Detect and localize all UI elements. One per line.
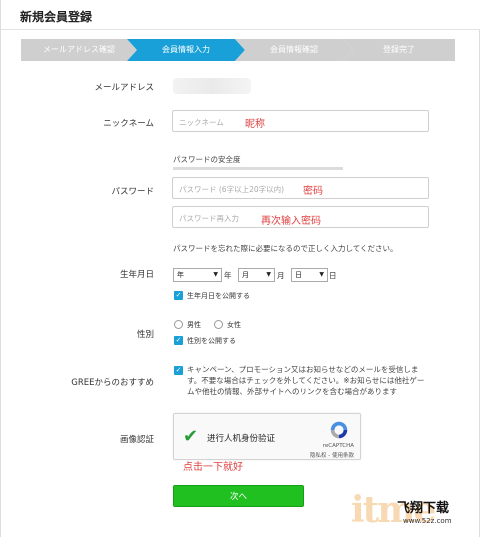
recaptcha-links[interactable]: 隐私权 - 使用条款	[310, 451, 354, 459]
title-bar: 新規会員登録	[1, 0, 480, 30]
recaptcha-logo-icon	[330, 421, 348, 439]
birth-year-unit: 年	[224, 271, 232, 280]
recommend-text: キャンペーン、プロモーション又はお知らせなどのメールを受信します。不要な場合はチ…	[187, 365, 425, 396]
birthday-publish-label: 生年月日を公開する	[187, 292, 250, 300]
chevron-down-icon: ▼	[319, 271, 324, 278]
password-placeholder: パスワード (6字以上20字以内)	[179, 185, 285, 194]
password-annotation: 密码	[303, 186, 323, 197]
password-strength-label: パスワードの安全度	[173, 155, 241, 164]
nickname-input[interactable]: ニックネーム 昵称	[172, 110, 429, 132]
checkmark-icon: ✔	[183, 426, 199, 447]
gender-publish-label: 性別を公開する	[187, 337, 236, 345]
captcha-label: 画像認証	[119, 435, 154, 445]
page-title: 新規会員登録	[20, 10, 93, 24]
progress-steps: メールアドレス確認 会員情報入力 会員情報確認 登録完了	[21, 39, 455, 61]
next-button[interactable]: 次へ	[173, 485, 304, 507]
birth-month-select[interactable]: 月 ▼	[238, 268, 275, 282]
nickname-placeholder: ニックネーム	[179, 118, 224, 127]
birth-day-value: 日	[295, 271, 302, 279]
captcha-annotation: 点击一下就好	[183, 462, 243, 473]
password-confirm-placeholder: パスワード再入力	[179, 214, 239, 223]
gender-male-radio[interactable]	[174, 320, 183, 329]
chevron-down-icon: ▼	[213, 271, 218, 278]
page-frame: 新規会員登録 メールアドレス確認 会員情報入力 会員情報確認 登録完了 メールア…	[0, 0, 480, 537]
gender-female-radio[interactable]	[214, 320, 223, 329]
email-label: メールアドレス	[94, 83, 154, 93]
recommend-label: GREEからのおすすめ	[71, 378, 154, 388]
gender-publish-checkbox[interactable]: ✓	[174, 336, 183, 345]
password-strength-bar	[173, 167, 343, 170]
birth-year-select[interactable]: 年 ▼	[173, 268, 222, 282]
gender-male-label: 男性	[187, 321, 201, 329]
chevron-down-icon: ▼	[266, 271, 271, 278]
birthday-label: 生年月日	[119, 270, 154, 280]
birth-month-unit: 月	[277, 271, 285, 280]
watermark-cn: 飞翔下载	[397, 501, 450, 516]
birth-year-value: 年	[177, 271, 184, 279]
nickname-annotation: 昵称	[245, 119, 265, 130]
watermark-url: www.52z.com	[403, 517, 452, 525]
password-confirm-annotation: 再次输入密码	[261, 216, 321, 227]
password-label: パスワード	[111, 187, 154, 197]
password-input[interactable]: パスワード (6字以上20字以内) 密码	[172, 177, 429, 199]
recommend-checkbox[interactable]: ✓	[174, 366, 183, 375]
step-complete: 登録完了	[343, 39, 455, 61]
recaptcha-brand: reCAPTCHA	[322, 443, 354, 449]
birthday-publish-checkbox[interactable]: ✓	[174, 291, 183, 300]
password-confirm-input[interactable]: パスワード再入力 再次输入密码	[172, 206, 429, 228]
gender-female-label: 女性	[227, 321, 241, 329]
nickname-label: ニックネーム	[103, 119, 154, 129]
step-member-input: 会員情報入力	[127, 39, 245, 61]
step-member-confirm: 会員情報確認	[235, 39, 353, 61]
recaptcha-text: 进行人机身份验证	[207, 434, 276, 444]
step-email-confirm: メールアドレス確認	[21, 39, 137, 61]
birth-day-unit: 日	[329, 271, 337, 280]
site-watermark: itme 飞翔下载 www.52z.com	[351, 489, 479, 535]
recaptcha-widget[interactable]: ✔ 进行人机身份验证 reCAPTCHA 隐私权 - 使用条款	[173, 413, 361, 460]
email-value-blurred	[173, 78, 251, 94]
birth-month-value: 月	[242, 271, 249, 279]
password-note: パスワードを忘れた際に必要になるので正しく入力してください。	[173, 244, 398, 253]
gender-label: 性別	[136, 330, 154, 340]
birth-day-select[interactable]: 日 ▼	[291, 268, 328, 282]
